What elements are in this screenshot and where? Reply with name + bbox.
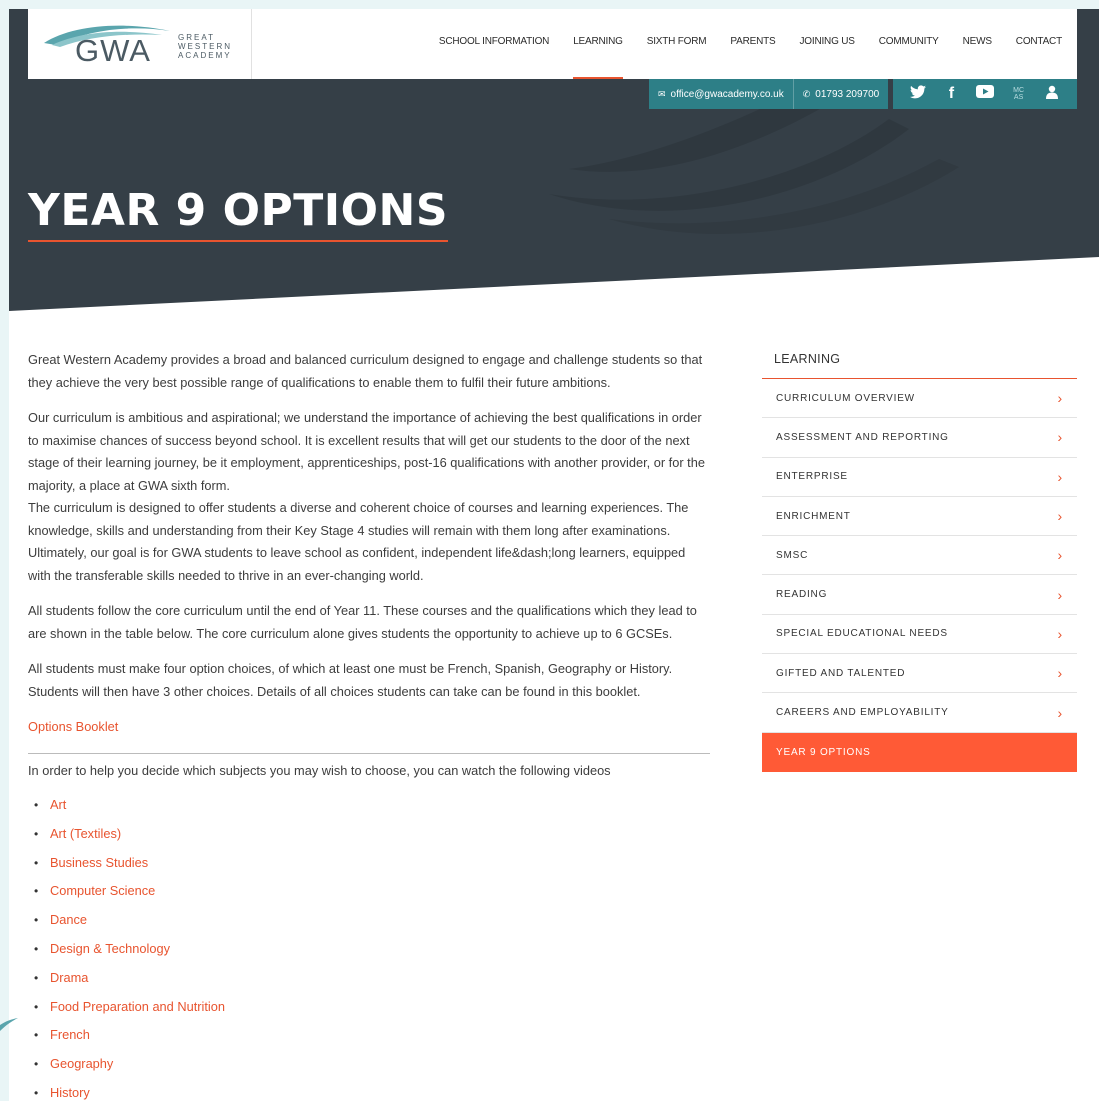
list-item: Business Studies [28,852,710,881]
logo-sub-line-1: GREAT [178,33,215,42]
decorative-swoosh-icon [0,1018,18,1031]
nav-parents[interactable]: PARENTS [730,9,775,79]
phone-icon: ✆ [802,88,811,99]
logo-sub-line-2: WESTERN [178,42,232,51]
youtube-icon[interactable] [973,85,997,103]
list-item: Dance [28,909,710,938]
list-item: Drama [28,967,710,996]
video-link-french[interactable]: French [50,1027,90,1042]
page-title: YEAR 9 OPTIONS [28,185,449,242]
chevron-right-icon: › [1057,508,1063,525]
phone-text: 01793 209700 [815,88,880,100]
chevron-right-icon: › [1057,625,1063,642]
sidebar: LEARNING CURRICULUM OVERVIEW › ASSESSMEN… [762,343,1077,772]
video-link-design-technology[interactable]: Design & Technology [50,941,170,956]
curriculum-design-paragraph: The curriculum is designed to offer stud… [28,500,689,583]
core-curriculum-paragraph: All students follow the core curriculum … [28,603,697,641]
nav-joining-us[interactable]: JOINING US [799,9,854,79]
video-link-dance[interactable]: Dance [50,912,87,927]
email-text: office@gwacademy.co.uk [670,88,784,100]
curriculum-paragraph: Our curriculum is ambitious and aspirati… [28,410,705,493]
nav-school-information[interactable]: SCHOOL INFORMATION [439,9,549,79]
mcas-top: MC [1013,87,1025,94]
video-link-computer-science[interactable]: Computer Science [50,883,155,898]
video-link-art-textiles[interactable]: Art (Textiles) [50,826,121,841]
sidebar-item-label: YEAR 9 OPTIONS [776,746,871,758]
nav-learning[interactable]: LEARNING [573,9,623,79]
list-item: Food Preparation and Nutrition [28,996,710,1025]
chevron-right-icon: › [1057,547,1063,564]
phone-link[interactable]: ✆ 01793 209700 [792,79,889,109]
email-link[interactable]: ✉ office@gwacademy.co.uk [649,79,793,109]
list-item: Computer Science [28,880,710,909]
list-item: Geography [28,1053,710,1082]
chevron-right-icon: › [1057,586,1063,603]
list-item: Art [28,794,710,823]
sidebar-item-label: SPECIAL EDUCATIONAL NEEDS [776,628,948,640]
videos-intro: In order to help you decide which subjec… [28,762,611,778]
options-booklet-link[interactable]: Options Booklet [28,719,118,734]
sidebar-item-enrichment[interactable]: ENRICHMENT › [762,497,1077,537]
sidebar-item-smsc[interactable]: SMSC › [762,536,1077,576]
sidebar-heading: LEARNING [762,343,1077,379]
sidebar-item-label: ASSESSMENT AND REPORTING [776,431,949,443]
main-nav: SCHOOL INFORMATION LEARNING SIXTH FORM P… [415,9,1062,79]
contact-bar: ✉ office@gwacademy.co.uk ✆ 01793 209700 [649,79,889,109]
chevron-right-icon: › [1057,704,1063,721]
social-bar: f MC AS [893,79,1077,109]
video-link-business-studies[interactable]: Business Studies [50,855,148,870]
video-link-food-preparation[interactable]: Food Preparation and Nutrition [50,999,225,1014]
chevron-right-icon: › [1057,665,1063,682]
sidebar-item-reading[interactable]: READING › [762,575,1077,615]
user-icon[interactable] [1040,85,1064,104]
list-item: French [28,1024,710,1053]
options-paragraph: All students must make four option choic… [28,661,673,699]
nav-sixth-form[interactable]: SIXTH FORM [647,9,707,79]
mcas-bottom: AS [1013,94,1024,101]
logo-main-text: GWA [75,33,151,68]
nav-contact[interactable]: CONTACT [1016,9,1062,79]
chevron-right-icon: › [1057,429,1063,446]
sidebar-item-label: ENTERPRISE [776,471,848,483]
sidebar-item-label: GIFTED AND TALENTED [776,667,906,679]
nav-news[interactable]: NEWS [963,9,992,79]
main-content: Great Western Academy provides a broad a… [28,349,710,1101]
sidebar-item-label: CURRICULUM OVERVIEW [776,392,915,404]
mail-icon: ✉ [658,88,666,99]
twitter-icon[interactable] [906,84,930,104]
logo-sub-line-3: ACADEMY [178,51,232,60]
video-link-history[interactable]: History [50,1085,90,1100]
sidebar-item-label: ENRICHMENT [776,510,851,522]
nav-community[interactable]: COMMUNITY [879,9,939,79]
sidebar-item-curriculum-overview[interactable]: CURRICULUM OVERVIEW › [762,379,1077,419]
sidebar-item-special-educational-needs[interactable]: SPECIAL EDUCATIONAL NEEDS › [762,615,1077,655]
video-list: Art Art (Textiles) Business Studies Comp… [28,794,710,1101]
sidebar-item-assessment-reporting[interactable]: ASSESSMENT AND REPORTING › [762,418,1077,458]
content-divider [28,752,710,754]
sidebar-item-label: SMSC [776,549,809,561]
logo-sub-text: GREAT WESTERN ACADEMY [178,33,232,60]
video-link-art[interactable]: Art [50,797,66,812]
list-item: Art (Textiles) [28,823,710,852]
sidebar-item-label: CAREERS AND EMPLOYABILITY [776,707,949,719]
sidebar-item-enterprise[interactable]: ENTERPRISE › [762,458,1077,497]
video-link-geography[interactable]: Geography [50,1056,113,1071]
chevron-right-icon: › [1057,468,1063,485]
intro-paragraph: Great Western Academy provides a broad a… [28,352,703,390]
chevron-right-icon: › [1057,390,1063,407]
list-item: Design & Technology [28,938,710,967]
mcas-icon[interactable]: MC AS [1007,87,1031,101]
sidebar-item-gifted-talented[interactable]: GIFTED AND TALENTED › [762,654,1077,694]
logo[interactable]: GWA GREAT WESTERN ACADEMY [28,9,252,79]
list-item: History [28,1082,710,1101]
site-header: GWA GREAT WESTERN ACADEMY SCHOOL INFORMA… [28,9,1077,79]
facebook-icon[interactable]: f [939,85,963,103]
sidebar-item-label: READING [776,589,828,601]
page: GWA GREAT WESTERN ACADEMY SCHOOL INFORMA… [9,9,1099,1101]
video-link-drama[interactable]: Drama [50,970,88,985]
sidebar-item-year-9-options[interactable]: YEAR 9 OPTIONS [762,732,1077,772]
sidebar-item-careers-employability[interactable]: CAREERS AND EMPLOYABILITY › [762,693,1077,733]
